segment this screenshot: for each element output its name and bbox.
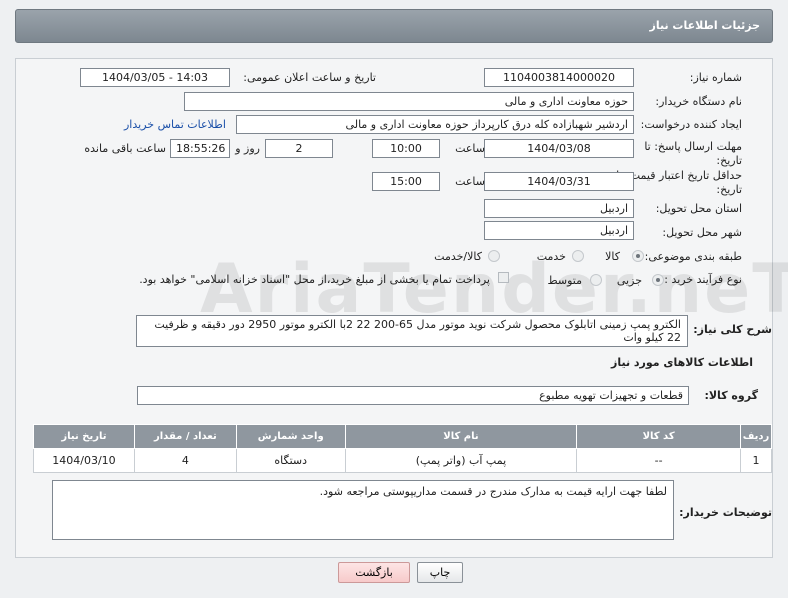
print-button[interactable]: چاپ	[417, 562, 463, 583]
deadline-days-label: روز و	[235, 142, 260, 155]
goods-table-header: تاریخ نیاز تعداد / مقدار واحد شمارش نام …	[33, 424, 773, 449]
goods-group-field: قطعات و تجهیزات تهویه مطبوع	[137, 386, 689, 405]
col-quantity: تعداد / مقدار	[133, 424, 237, 449]
cell-row: 1	[739, 448, 773, 473]
back-button[interactable]: بازگشت	[338, 562, 410, 583]
goods-group-label: گروه کالا:	[704, 389, 758, 402]
treasury-note: پرداخت تمام یا بخشی از مبلغ خرید،از محل …	[139, 273, 490, 286]
validity-date-field: 1404/03/31	[484, 172, 634, 191]
table-row: 1404/03/10 4 دستگاه پمپ آب (واتر پمپ) --…	[33, 448, 773, 473]
buyer-notes-label: توضیحات خریدار:	[679, 506, 772, 519]
goods-section-title: اطلاعات کالاهای مورد نیاز	[611, 356, 753, 369]
process-label: نوع فرآیند خرید :	[664, 273, 742, 286]
category-option-service: خدمت	[536, 250, 566, 263]
deadline-label: مهلت ارسال پاسخ: تا تاریخ:	[644, 140, 742, 167]
description-label: شرح کلی نیاز:	[693, 323, 772, 336]
cell-unit: دستگاه	[235, 448, 346, 473]
page-header: جزئیات اطلاعات نیاز	[15, 9, 773, 43]
category-option-both: کالا/خدمت	[434, 250, 482, 263]
description-field: الکترو پمپ زمینی اتابلوک محصول شرکت نوید…	[136, 315, 688, 347]
category-option-goods: کالا	[605, 250, 620, 263]
remaining-time-field: 18:55:26	[170, 139, 230, 158]
process-option-medium: متوسط	[547, 274, 582, 287]
buyer-notes-field: لطفا جهت ارایه قیمت به مدارک مندرج در قس…	[52, 480, 674, 540]
remaining-time-label: ساعت باقی مانده	[84, 142, 166, 155]
goods-table: تاریخ نیاز تعداد / مقدار واحد شمارش نام …	[33, 424, 773, 473]
validity-time-label: ساعت	[455, 175, 485, 188]
city-field: اردبیل	[484, 221, 634, 240]
col-item-code: کد کالا	[576, 424, 741, 449]
category-radio-both[interactable]	[488, 250, 500, 262]
col-row: ردیف	[739, 424, 773, 449]
page-background: جزئیات اطلاعات نیاز AriaTender.neT شماره…	[0, 0, 788, 598]
deadline-date-field: 1404/03/08	[484, 139, 634, 158]
creator-label: ایجاد کننده درخواست:	[640, 118, 742, 131]
validity-time-field: 15:00	[372, 172, 440, 191]
process-radio-medium[interactable]	[590, 274, 602, 286]
cell-quantity: 4	[133, 448, 237, 473]
col-item-name: نام کالا	[344, 424, 578, 449]
cell-item-code: --	[576, 448, 741, 473]
city-label: شهر محل تحویل:	[662, 226, 742, 239]
process-option-minor: جزیی	[616, 274, 642, 287]
province-field: اردبیل	[484, 199, 634, 218]
need-number-field: 1104003814000020	[484, 68, 634, 87]
need-number-label: شماره نیاز:	[689, 71, 742, 84]
buyer-contact-link[interactable]: اطلاعات تماس خریدار	[124, 118, 226, 131]
province-label: استان محل تحویل:	[655, 202, 742, 215]
page-title: جزئیات اطلاعات نیاز	[649, 19, 761, 32]
treasury-checkbox[interactable]	[498, 272, 509, 283]
buyer-label: نام دستگاه خریدار:	[655, 95, 742, 108]
buyer-field: حوزه معاونت اداری و مالی	[184, 92, 634, 111]
category-radio-goods[interactable]	[632, 250, 644, 262]
deadline-time-label: ساعت	[455, 142, 485, 155]
deadline-days-field: 2	[265, 139, 333, 158]
announce-label: تاریخ و ساعت اعلان عمومی:	[243, 71, 376, 84]
process-radio-minor[interactable]	[652, 274, 664, 286]
category-radio-service[interactable]	[572, 250, 584, 262]
creator-field: اردشیر شهبازاده کله درق کارپرداز حوزه مع…	[236, 115, 634, 134]
col-unit: واحد شمارش	[235, 424, 346, 449]
category-label: طبقه بندی موضوعی:	[644, 250, 742, 263]
col-need-date: تاریخ نیاز	[33, 424, 135, 449]
deadline-time-field: 10:00	[372, 139, 440, 158]
cell-item-name: پمپ آب (واتر پمپ)	[344, 448, 578, 473]
announce-field: 1404/03/05 - 14:03	[80, 68, 230, 87]
cell-need-date: 1404/03/10	[33, 448, 135, 473]
